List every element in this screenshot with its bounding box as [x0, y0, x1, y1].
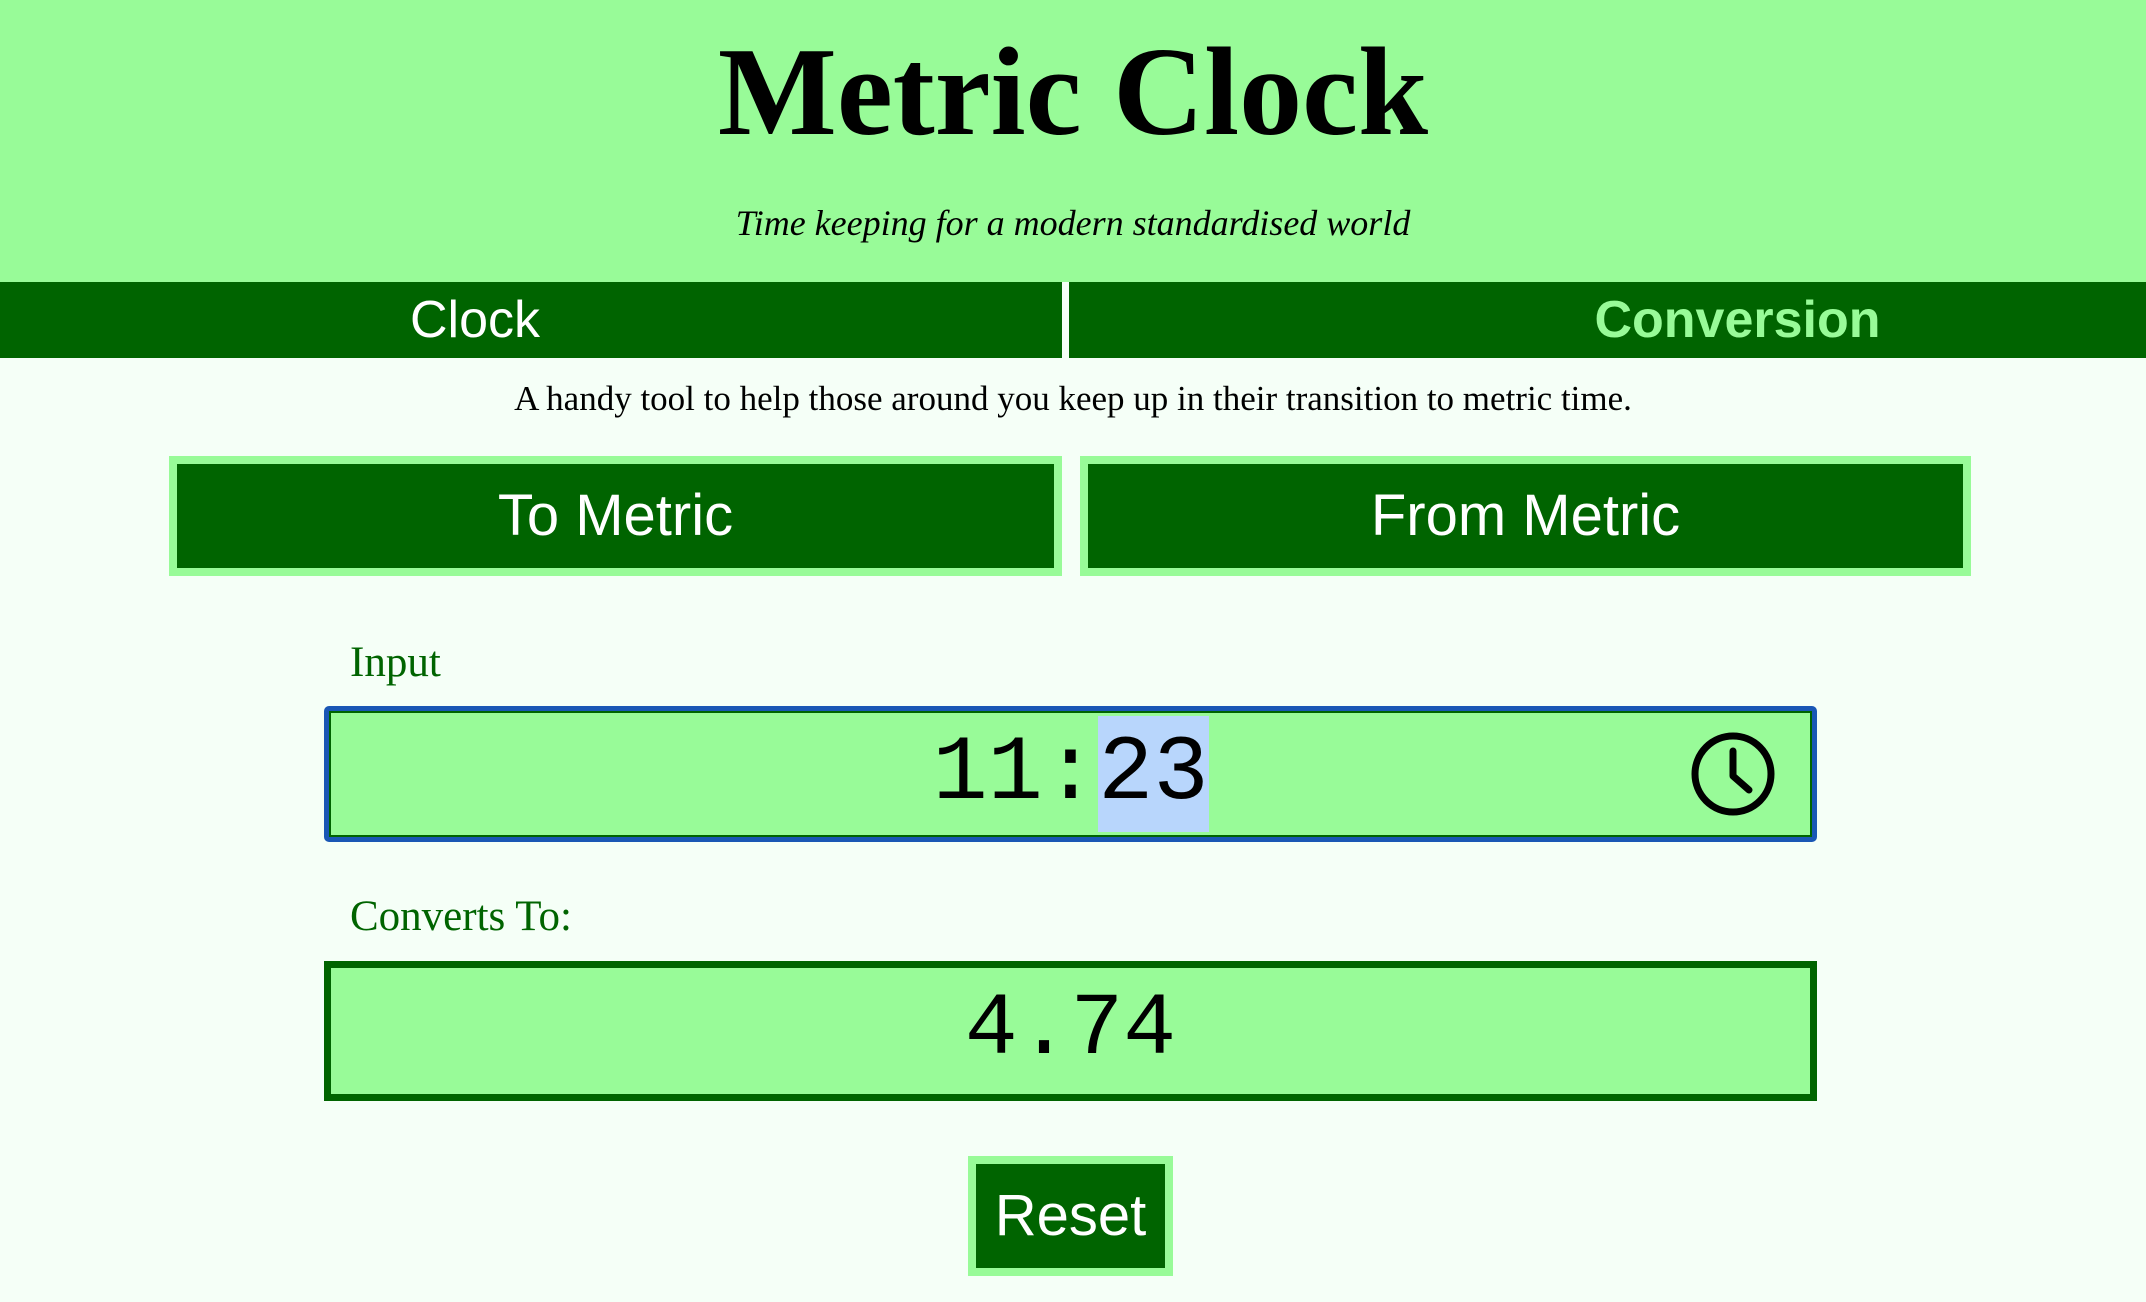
- tab-conversion[interactable]: Conversion: [1069, 282, 2146, 358]
- page-title: Metric Clock: [717, 23, 1429, 162]
- tab-conversion-label: Conversion: [1594, 291, 1881, 349]
- page-subtitle: Time keeping for a modern standardised w…: [735, 203, 1411, 243]
- reset-button[interactable]: Reset: [968, 1156, 1173, 1276]
- time-value[interactable]: 11:23: [329, 711, 1812, 837]
- tagline: A handy tool to help those around you ke…: [514, 379, 1632, 418]
- nav-divider: [1062, 282, 1069, 358]
- nav-bar: Clock Conversion: [0, 282, 2146, 358]
- time-minutes[interactable]: 23: [1098, 716, 1209, 832]
- clock-icon[interactable]: [1690, 731, 1776, 817]
- time-input[interactable]: 11:23: [324, 706, 1817, 842]
- output-value: 4.74: [324, 961, 1817, 1101]
- from-metric-button[interactable]: From Metric: [1080, 456, 1971, 576]
- to-metric-button[interactable]: To Metric: [169, 456, 1062, 576]
- output-label: Converts To:: [350, 893, 572, 940]
- header: Metric Clock Time keeping for a modern s…: [0, 0, 2146, 282]
- tab-clock[interactable]: Clock: [0, 282, 950, 358]
- time-separator: :: [1042, 721, 1099, 826]
- time-hours[interactable]: 11: [932, 721, 1042, 826]
- input-label: Input: [350, 639, 441, 686]
